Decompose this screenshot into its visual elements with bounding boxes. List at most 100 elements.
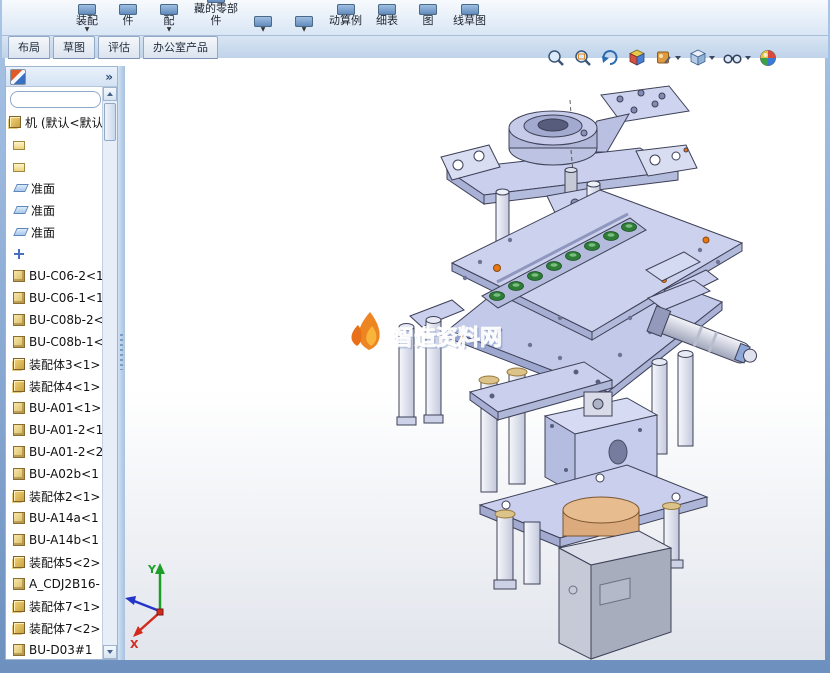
tree-item[interactable]: BU-C08b-2< — [6, 309, 102, 331]
tree-item[interactable]: BU-A01-2<1 — [6, 419, 102, 441]
tree-item[interactable]: BU-C06-1<1 — [6, 287, 102, 309]
ribbon-button-label: 件 — [123, 15, 134, 27]
ribbon-button[interactable]: 件 — [109, 4, 147, 34]
tree-item[interactable]: BU-A02b<1 — [6, 463, 102, 485]
tree-item-label: 准面 — [31, 224, 55, 241]
tree-item-icon — [13, 600, 25, 612]
ribbon-button[interactable]: ▼ — [285, 16, 323, 34]
tree-item[interactable] — [6, 155, 102, 177]
ribbon-button[interactable]: 藏的零部件 — [191, 0, 241, 34]
command-tab[interactable]: 办公室产品 — [143, 36, 218, 59]
tree-item[interactable]: 准面 — [6, 199, 102, 221]
tree-item[interactable]: BU-A01<1> — [6, 397, 102, 419]
ribbon-button-label: 线草图 — [453, 15, 486, 27]
tree-item-label: 装配体7<1> — [29, 598, 100, 615]
tree-item-label: BU-A14a<1 — [29, 511, 99, 525]
tree-root-label: 机 (默认<默认< — [25, 114, 102, 131]
scroll-down-button[interactable] — [103, 645, 117, 659]
tree-item[interactable]: 装配体3<1> — [6, 353, 102, 375]
zoom-to-area-icon — [573, 48, 593, 68]
graphics-viewport[interactable] — [5, 58, 825, 660]
command-tab[interactable]: 布局 — [8, 36, 50, 59]
tree-item-label: 准面 — [31, 180, 55, 197]
tree-item-label: BU-A02b<1 — [29, 467, 99, 481]
scroll-up-button[interactable] — [103, 87, 117, 101]
edit-appearance-button[interactable] — [654, 48, 681, 68]
tree-item-label: BU-C06-2<1 — [29, 269, 102, 283]
apply-scene-button[interactable] — [758, 48, 778, 68]
tree-item-label: BU-A01-2<1 — [29, 423, 102, 437]
panel-splitter[interactable] — [118, 66, 125, 660]
tree-item[interactable]: BU-C08b-1< — [6, 331, 102, 353]
tree-item[interactable]: 装配体2<1> — [6, 485, 102, 507]
tree-item-label: 装配体4<1> — [29, 378, 100, 395]
tree-item-icon — [13, 336, 25, 348]
tree-scrollbar[interactable] — [102, 87, 117, 659]
tree-item-icon — [13, 163, 25, 172]
tree-item-label: BU-C08b-2< — [29, 313, 102, 327]
command-tab[interactable]: 草图 — [53, 36, 95, 59]
ribbon-button[interactable]: 细表 — [368, 4, 406, 34]
display-style-button[interactable] — [722, 48, 751, 68]
ribbon-button[interactable]: ▼ — [244, 16, 282, 34]
dropdown-arrow-icon: ▼ — [261, 27, 266, 34]
tree-item-icon — [13, 578, 25, 590]
tree-filter-box[interactable] — [10, 91, 101, 108]
tree-item[interactable]: 装配体5<2> — [6, 551, 102, 573]
dropdown-arrow-icon: ▼ — [302, 27, 307, 34]
panel-collapse-button[interactable]: » — [105, 71, 113, 83]
tree-item-label: BU-A01-2<2 — [29, 445, 102, 459]
ribbon-button-label: 动算例 — [329, 15, 362, 27]
view-orientation-icon — [688, 48, 708, 68]
tree-item[interactable]: BU-D03#1 — [6, 639, 102, 660]
zoom-to-fit-icon — [546, 48, 566, 68]
section-view-button[interactable] — [627, 48, 647, 68]
tree-item-icon — [13, 644, 25, 656]
tree-item-icon — [13, 512, 25, 524]
assembly-icon — [9, 116, 21, 128]
dropdown-arrow-icon: ▼ — [167, 27, 172, 34]
tree-item-icon — [13, 206, 29, 214]
scrollbar-thumb[interactable] — [104, 103, 116, 141]
ribbon-button[interactable]: 动算例 — [326, 4, 365, 34]
ribbon-button[interactable]: 图 — [409, 4, 447, 34]
tree-item[interactable]: A_CDJ2B16- — [6, 573, 102, 595]
ribbon-button[interactable]: 线草图 — [450, 4, 489, 34]
display-style-icon — [722, 48, 744, 68]
dropdown-arrow-icon: ▼ — [85, 27, 90, 34]
tree-item-icon — [13, 358, 25, 370]
app-logo-icon — [10, 69, 26, 85]
down-arrow-icon — [107, 650, 113, 654]
command-tab[interactable]: 评估 — [98, 36, 140, 59]
tree-item[interactable] — [6, 133, 102, 155]
tree-item-label: 装配体3<1> — [29, 356, 100, 373]
tree-item-icon — [13, 292, 25, 304]
tree-item-icon — [13, 380, 25, 392]
edit-appearance-icon — [654, 48, 674, 68]
tree-item[interactable]: 装配体7<1> — [6, 595, 102, 617]
zoom-to-fit-button[interactable] — [546, 48, 566, 68]
ribbon-button-label: 细表 — [376, 15, 398, 27]
tree-item[interactable]: BU-A14a<1 — [6, 507, 102, 529]
tree-item[interactable]: BU-A14b<1 — [6, 529, 102, 551]
tree-item[interactable]: 准面 — [6, 177, 102, 199]
tree-item[interactable]: 装配体7<2> — [6, 617, 102, 639]
ribbon-button[interactable]: 装配 ▼ — [68, 4, 106, 34]
ribbon-button[interactable]: 配 ▼ — [150, 4, 188, 34]
tree-item[interactable] — [6, 243, 102, 265]
tree-item-icon — [13, 446, 25, 458]
tree-item[interactable]: 准面 — [6, 221, 102, 243]
tree-item-label: BU-C06-1<1 — [29, 291, 102, 305]
view-orientation-button[interactable] — [688, 48, 715, 68]
previous-view-button[interactable] — [600, 48, 620, 68]
tree-item[interactable]: 装配体4<1> — [6, 375, 102, 397]
tree-item-label: BU-A01<1> — [29, 401, 101, 415]
zoom-to-area-button[interactable] — [573, 48, 593, 68]
tree-root-item[interactable]: 机 (默认<默认< — [6, 111, 102, 133]
dropdown-arrow-icon — [709, 56, 715, 60]
dropdown-arrow-icon — [745, 56, 751, 60]
tree-item[interactable]: BU-A01-2<2 — [6, 441, 102, 463]
tree-item-label: 装配体7<2> — [29, 620, 100, 637]
tree-item-icon — [13, 184, 29, 192]
tree-item[interactable]: BU-C06-2<1 — [6, 265, 102, 287]
